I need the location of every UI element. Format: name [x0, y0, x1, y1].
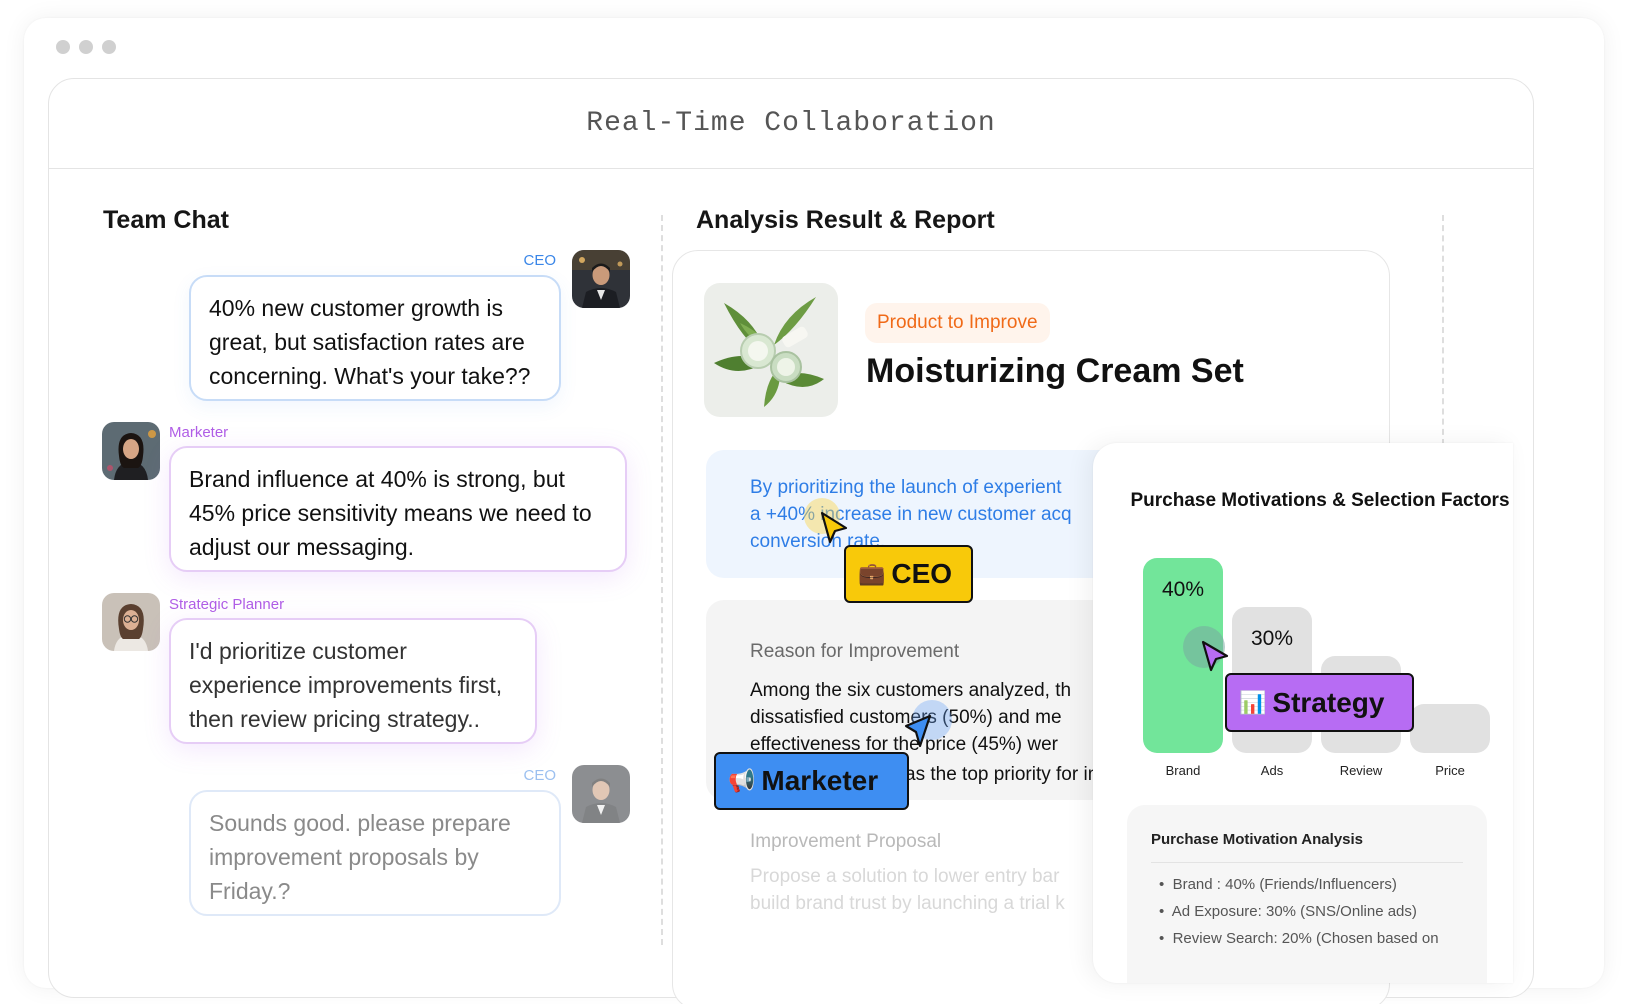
panel-title: Real-Time Collaboration — [586, 108, 996, 139]
marketer-avatar[interactable] — [102, 422, 160, 480]
message-line: experience improvements first, — [189, 672, 503, 698]
strategic-planner-avatar[interactable] — [102, 593, 160, 651]
analysis-item: • Review Search: 20% (Chosen based on — [1159, 930, 1439, 947]
chat-bubble: 40% new customer growth is great, but sa… — [189, 275, 561, 401]
strategy-cursor-badge: 📊 Strategy — [1225, 673, 1414, 732]
analysis-title: Purchase Motivation Analysis — [1151, 831, 1463, 863]
message-line: 45% price sensitivity means we need to — [189, 500, 592, 526]
cursor-label: Marketer — [761, 765, 879, 796]
ceo-cursor-icon[interactable] — [818, 510, 852, 546]
bar-chart-icon: 📊 — [1239, 689, 1267, 715]
product-image — [704, 283, 838, 417]
briefcase-icon: 💼 — [858, 561, 886, 586]
bar-category-label: Price — [1435, 763, 1465, 778]
product-name: Moisturizing Cream Set — [866, 352, 1244, 390]
bar-value-label: 30% — [1250, 626, 1294, 650]
cursor-label: Strategy — [1272, 686, 1385, 718]
analysis-item-text: Ad Exposure: 30% (SNS/Online ads) — [1171, 903, 1417, 920]
message-sender: Marketer — [169, 424, 229, 441]
bar-category-label: Review — [1339, 763, 1383, 778]
message-sender: CEO — [523, 252, 556, 269]
chart-bar — [1410, 704, 1490, 753]
message-line: Brand influence at 40% is strong, but — [189, 466, 565, 492]
marketer-cursor-icon[interactable] — [898, 712, 934, 752]
window-dot[interactable] — [79, 40, 93, 54]
column-divider — [661, 215, 663, 945]
analysis-box: Purchase Motivation Analysis • Brand : 4… — [1127, 805, 1487, 983]
chat-bubble: Sounds good. please prepare improvement … — [189, 790, 561, 916]
marketer-cursor-badge: 📢 Marketer — [714, 752, 909, 810]
chat-bubble: I'd prioritize customer experience impro… — [169, 618, 537, 744]
window-controls — [56, 40, 116, 54]
ceo-avatar[interactable] — [572, 250, 630, 308]
message-line: concerning. What's your take?? — [209, 363, 531, 389]
team-chat-title: Team Chat — [103, 206, 229, 234]
message-line: then review pricing strategy.. — [189, 706, 481, 732]
bar-category-label: Ads — [1260, 763, 1284, 778]
cursor-label: CEO — [891, 558, 953, 589]
message-line: Sounds good. please prepare — [209, 810, 511, 836]
chart-title: Purchase Motivations & Selection Factors — [1130, 490, 1510, 511]
megaphone-icon: 📢 — [728, 768, 756, 793]
message-line: adjust our messaging. — [189, 534, 415, 560]
window-dot[interactable] — [56, 40, 70, 54]
product-tag: Product to Improve — [865, 303, 1050, 343]
column-divider — [1442, 215, 1444, 445]
ceo-cursor-badge: 💼 CEO — [844, 545, 973, 603]
message-line: great, but satisfaction rates are — [209, 329, 525, 355]
report-title: Analysis Result & Report — [696, 206, 995, 234]
chat-bubble: Brand influence at 40% is strong, but 45… — [169, 446, 627, 572]
message-sender: Strategic Planner — [169, 596, 285, 613]
message-line: Friday.? — [209, 878, 291, 904]
ceo-avatar[interactable] — [572, 765, 630, 823]
analysis-item: • Brand : 40% (Friends/Influencers) — [1159, 876, 1397, 893]
bar-value-label: 40% — [1161, 578, 1205, 601]
panel-header: Real-Time Collaboration — [49, 79, 1533, 169]
window-dot[interactable] — [102, 40, 116, 54]
analysis-item-text: Brand : 40% (Friends/Influencers) — [1172, 876, 1397, 893]
message-line: I'd prioritize customer — [189, 638, 407, 664]
analysis-item-text: Review Search: 20% (Chosen based on — [1172, 930, 1439, 947]
message-line: improvement proposals by — [209, 844, 479, 870]
bar-category-label: Brand — [1165, 763, 1201, 778]
strategy-cursor-icon[interactable] — [1198, 638, 1232, 674]
analysis-item: • Ad Exposure: 30% (SNS/Online ads) — [1159, 903, 1417, 920]
message-sender: CEO — [523, 767, 556, 784]
message-line: 40% new customer growth is — [209, 295, 504, 321]
